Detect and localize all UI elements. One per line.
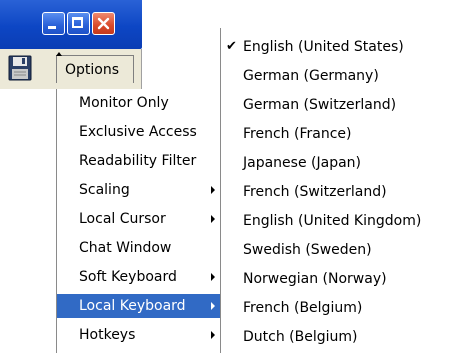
keyboard-item-label: French (Belgium) xyxy=(243,300,363,316)
menu-item-local-cursor[interactable]: Local Cursor xyxy=(57,207,220,231)
menu-item-readability-filter[interactable]: Readability Filter xyxy=(57,149,220,173)
submenu-arrow-icon xyxy=(211,331,215,339)
local-keyboard-submenu: ✔ English (United States) German (Germany)… xyxy=(220,28,450,353)
menu-item-label: Local Cursor xyxy=(79,211,166,227)
app-window: Options Monitor Only Exclusive Access Read… xyxy=(0,0,450,353)
close-icon xyxy=(97,17,110,30)
keyboard-item-label: German (Switzerland) xyxy=(243,97,397,113)
menu-item-local-keyboard[interactable]: Local Keyboard xyxy=(57,294,220,318)
keyboard-item-label: English (United States) xyxy=(243,39,404,55)
keyboard-item-french-france[interactable]: French (France) xyxy=(221,122,449,146)
menu-item-hotkeys[interactable]: Hotkeys xyxy=(57,323,220,347)
keyboard-item-label: Norwegian (Norway) xyxy=(243,271,387,287)
keyboard-item-japanese-japan[interactable]: Japanese (Japan) xyxy=(221,151,449,175)
menu-item-exclusive-access[interactable]: Exclusive Access xyxy=(57,120,220,144)
keyboard-item-label: French (France) xyxy=(243,126,352,142)
keyboard-item-german-switzerland[interactable]: German (Switzerland) xyxy=(221,93,449,117)
menu-item-chat-window[interactable]: Chat Window xyxy=(57,236,220,260)
menu-item-label: Scaling xyxy=(79,182,130,198)
keyboard-item-label: Swedish (Sweden) xyxy=(243,242,372,258)
toolbar: Options xyxy=(0,49,142,89)
keyboard-item-label: French (Switzerland) xyxy=(243,184,387,200)
title-bar xyxy=(0,0,142,49)
keyboard-item-label: German (Germany) xyxy=(243,68,379,84)
minimize-button[interactable] xyxy=(42,12,65,35)
maximize-button[interactable] xyxy=(67,12,90,35)
submenu-arrow-icon xyxy=(211,186,215,194)
keyboard-item-label: English (United Kingdom) xyxy=(243,213,422,229)
menu-item-label: Chat Window xyxy=(79,240,172,256)
keyboard-item-dutch-belgium[interactable]: Dutch (Belgium) xyxy=(221,325,449,349)
keyboard-item-english-united-kingdom[interactable]: English (United Kingdom) xyxy=(221,209,449,233)
menu-item-monitor-only[interactable]: Monitor Only xyxy=(57,91,220,115)
keyboard-item-french-belgium[interactable]: French (Belgium) xyxy=(221,296,449,320)
submenu-arrow-icon xyxy=(211,302,215,310)
floppy-disk-icon xyxy=(8,55,32,81)
menu-item-scaling[interactable]: Scaling xyxy=(57,178,220,202)
keyboard-item-english-united-states[interactable]: ✔ English (United States) xyxy=(221,35,449,59)
submenu-arrow-icon xyxy=(211,215,215,223)
keyboard-item-french-switzerland[interactable]: French (Switzerland) xyxy=(221,180,449,204)
keyboard-item-label: Dutch (Belgium) xyxy=(243,329,358,345)
keyboard-item-swedish-sweden[interactable]: Swedish (Sweden) xyxy=(221,238,449,262)
check-icon: ✔ xyxy=(226,39,237,54)
keyboard-item-norwegian-norway[interactable]: Norwegian (Norway) xyxy=(221,267,449,291)
close-button[interactable] xyxy=(92,12,115,35)
menu-item-label: Readability Filter xyxy=(79,153,197,169)
menu-item-label: Exclusive Access xyxy=(79,124,197,140)
menu-item-label: Hotkeys xyxy=(79,327,136,343)
save-button[interactable] xyxy=(8,55,32,81)
options-menu: Monitor Only Exclusive Access Readability … xyxy=(56,89,221,353)
menu-item-soft-keyboard[interactable]: Soft Keyboard xyxy=(57,265,220,289)
submenu-arrow-icon xyxy=(211,273,215,281)
options-menu-button[interactable]: Options xyxy=(56,52,134,83)
menu-item-label: Soft Keyboard xyxy=(79,269,177,285)
menu-item-label: Local Keyboard xyxy=(79,298,186,314)
keyboard-item-german-germany[interactable]: German (Germany) xyxy=(221,64,449,88)
menu-item-label: Monitor Only xyxy=(79,95,169,111)
keyboard-item-label: Japanese (Japan) xyxy=(243,155,361,171)
